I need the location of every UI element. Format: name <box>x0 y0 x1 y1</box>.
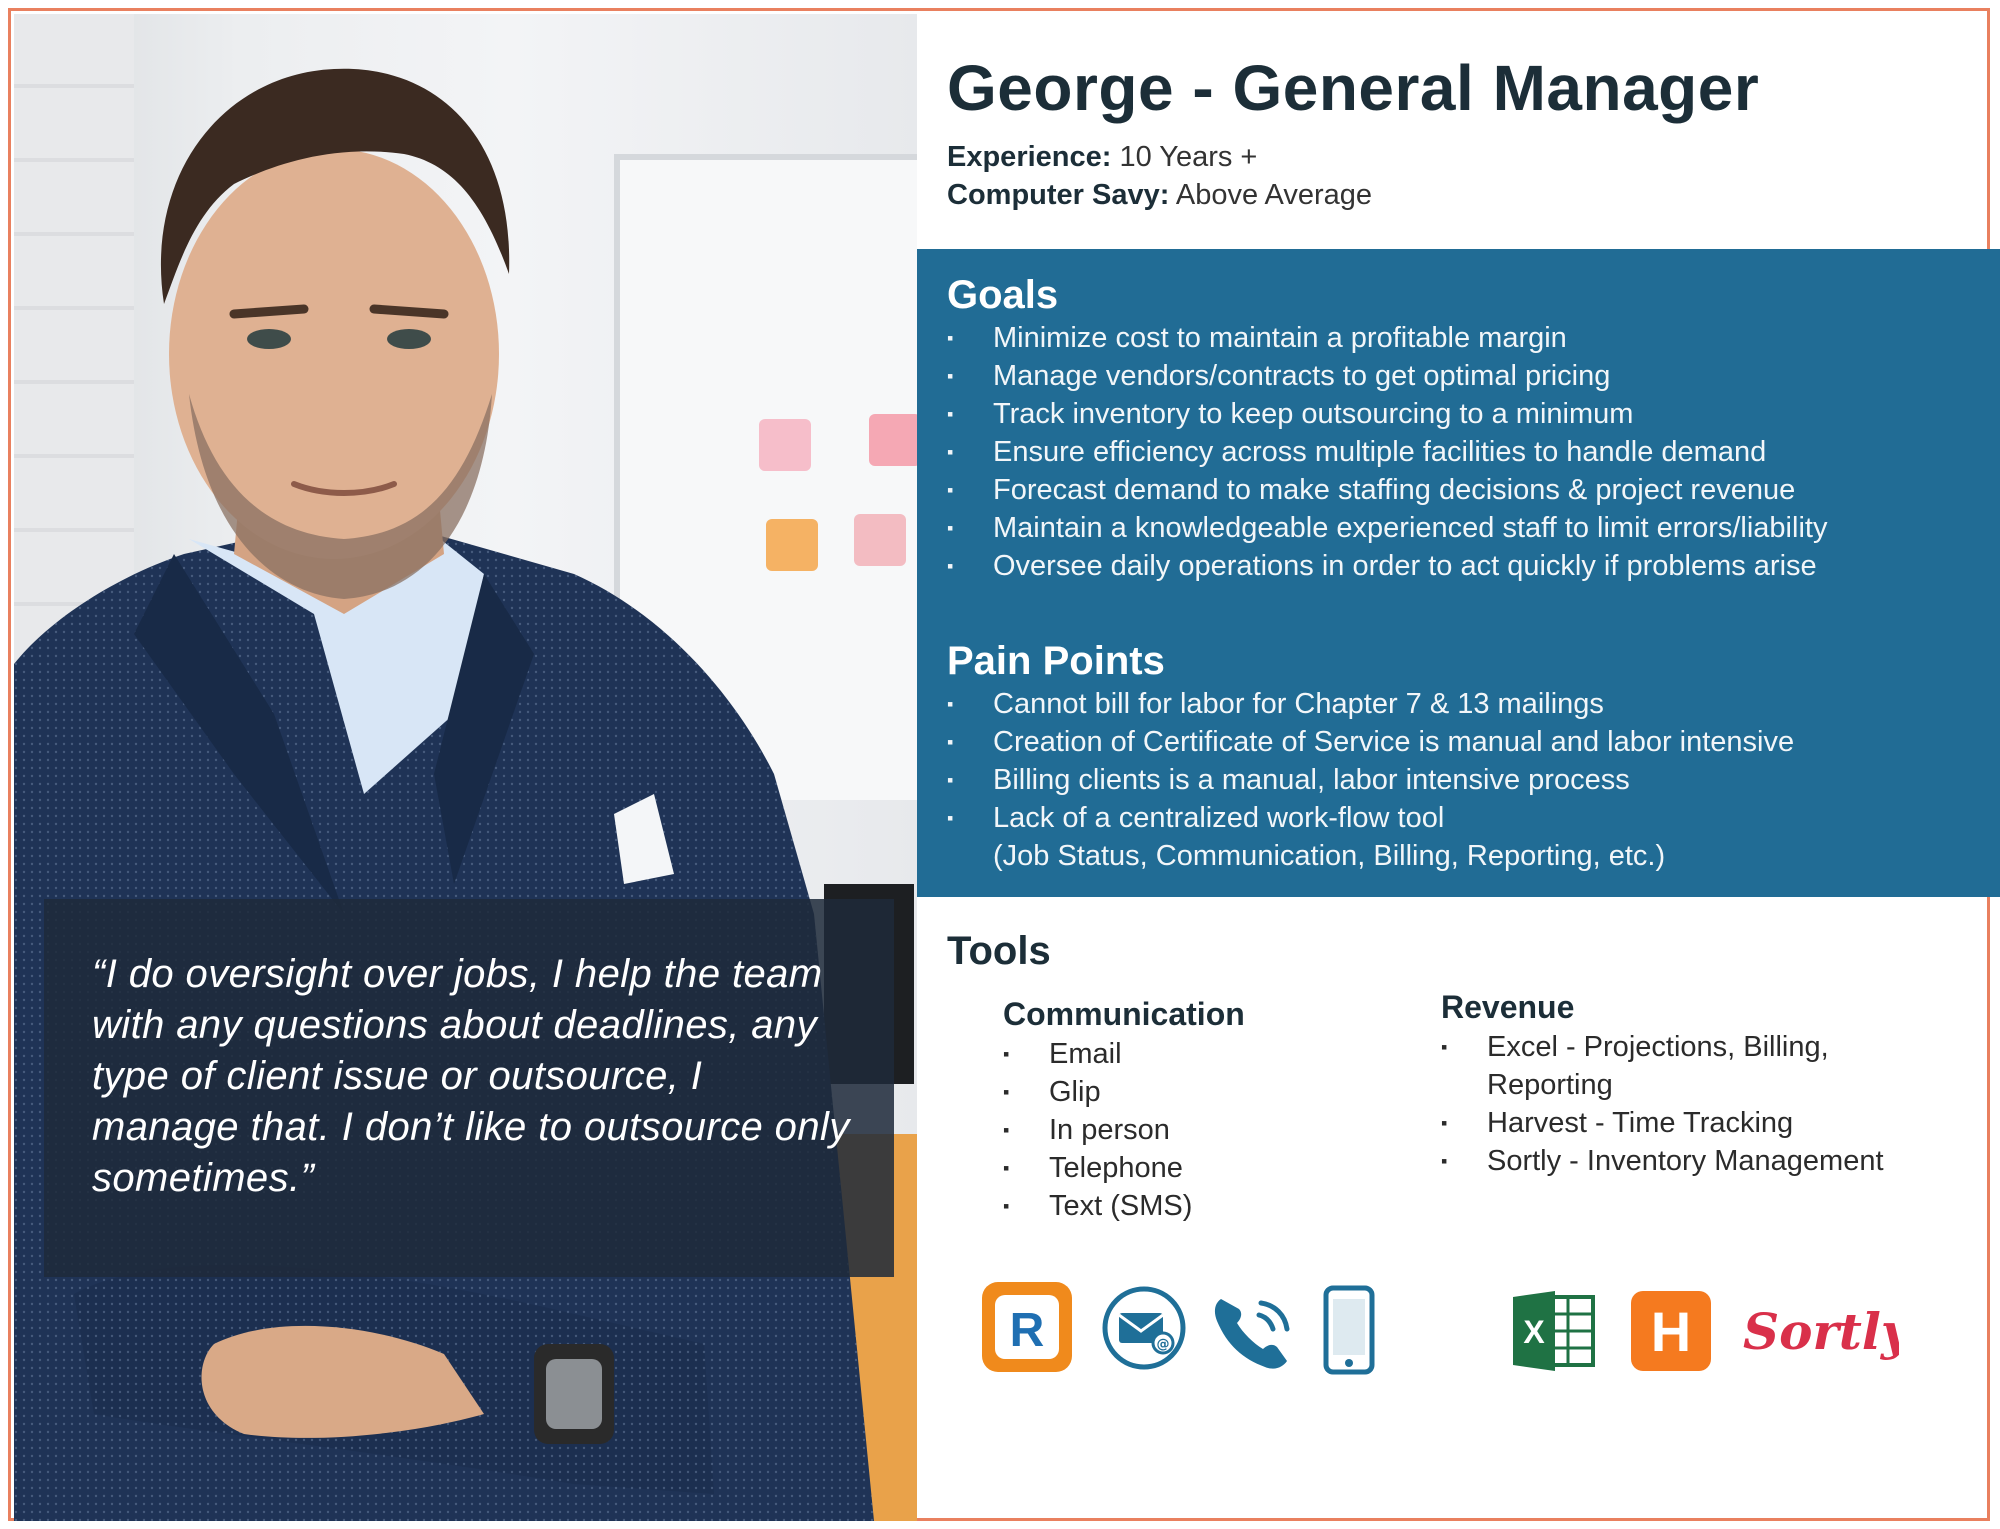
pain-point-continuation: (Job Status, Communication, Billing, Rep… <box>993 840 1666 872</box>
businessman-illustration <box>14 68 874 1521</box>
communication-item: Text (SMS) <box>1003 1187 1192 1225</box>
svg-text:H: H <box>1651 1300 1691 1363</box>
pain-points-list: Cannot bill for labor for Chapter 7 & 13… <box>947 685 1794 875</box>
goals-list: Minimize cost to maintain a profitable m… <box>947 319 1827 585</box>
sortly-logo: Sortly <box>1743 1302 1899 1361</box>
revenue-item: Excel - Projections, Billing, <box>1441 1028 1884 1066</box>
telephone-icon <box>1214 1299 1290 1369</box>
revenue-list: Excel - Projections, Billing, Reporting … <box>1441 1028 1884 1180</box>
tools-heading: Tools <box>947 929 1051 973</box>
goal-item: Track inventory to keep outsourcing to a… <box>947 395 1827 433</box>
experience-row: Experience: 10 Years + <box>947 138 1372 176</box>
pain-point-item: Billing clients is a manual, labor inten… <box>947 761 1794 799</box>
savvy-row: Computer Savy: Above Average <box>947 176 1372 214</box>
persona-name-title: George - General Manager <box>947 52 1760 124</box>
email-icon: @ <box>1102 1286 1186 1370</box>
pain-point-item: Lack of a centralized work-flow tool <box>947 799 1794 837</box>
excel-icon: X <box>1513 1291 1595 1371</box>
savvy-label: Computer Savy: <box>947 179 1170 211</box>
communication-list: Email Glip In person Telephone Text (SMS… <box>1003 1035 1192 1225</box>
savvy-value: Above Average <box>1175 179 1373 211</box>
persona-card: “I do oversight over jobs, I help the te… <box>8 8 2000 1521</box>
revenue-item: Sortly - Inventory Management <box>1441 1142 1884 1180</box>
communication-item: Telephone <box>1003 1149 1192 1187</box>
communication-heading: Communication <box>1003 996 1245 1032</box>
mobile-phone-icon <box>1323 1285 1375 1375</box>
glip-icon: R <box>982 1282 1072 1372</box>
goal-item: Forecast demand to make staffing decisio… <box>947 471 1827 509</box>
persona-photo: “I do oversight over jobs, I help the te… <box>14 14 917 1521</box>
pain-points-heading: Pain Points <box>947 639 1165 683</box>
svg-text:R: R <box>1010 1304 1045 1357</box>
goal-item: Oversee daily operations in order to act… <box>947 547 1827 585</box>
communication-item: Email <box>1003 1035 1192 1073</box>
svg-text:Sortly: Sortly <box>1743 1302 1899 1361</box>
communication-item: Glip <box>1003 1073 1192 1111</box>
goals-heading: Goals <box>947 273 1059 317</box>
experience-label: Experience: <box>947 141 1112 173</box>
goal-item: Maintain a knowledgeable experienced sta… <box>947 509 1827 547</box>
quote-box: “I do oversight over jobs, I help the te… <box>44 899 894 1277</box>
svg-text:X: X <box>1523 1314 1545 1350</box>
pain-point-item: Creation of Certificate of Service is ma… <box>947 723 1794 761</box>
revenue-heading: Revenue <box>1441 989 1575 1025</box>
harvest-icon: H <box>1631 1291 1711 1371</box>
experience-value: 10 Years + <box>1119 141 1258 173</box>
goal-item: Manage vendors/contracts to get optimal … <box>947 357 1827 395</box>
persona-quote: “I do oversight over jobs, I help the te… <box>92 952 850 1200</box>
communication-item: In person <box>1003 1111 1192 1149</box>
revenue-item-continuation: Reporting <box>1487 1069 1613 1101</box>
svg-text:@: @ <box>1157 1337 1170 1352</box>
pain-point-item: Cannot bill for labor for Chapter 7 & 13… <box>947 685 1794 723</box>
goal-item: Minimize cost to maintain a profitable m… <box>947 319 1827 357</box>
revenue-item: Harvest - Time Tracking <box>1441 1104 1884 1142</box>
goals-pain-section: Goals Minimize cost to maintain a profit… <box>917 249 2000 897</box>
persona-meta: Experience: 10 Years + Computer Savy: Ab… <box>947 138 1372 214</box>
goal-item: Ensure efficiency across multiple facili… <box>947 433 1827 471</box>
